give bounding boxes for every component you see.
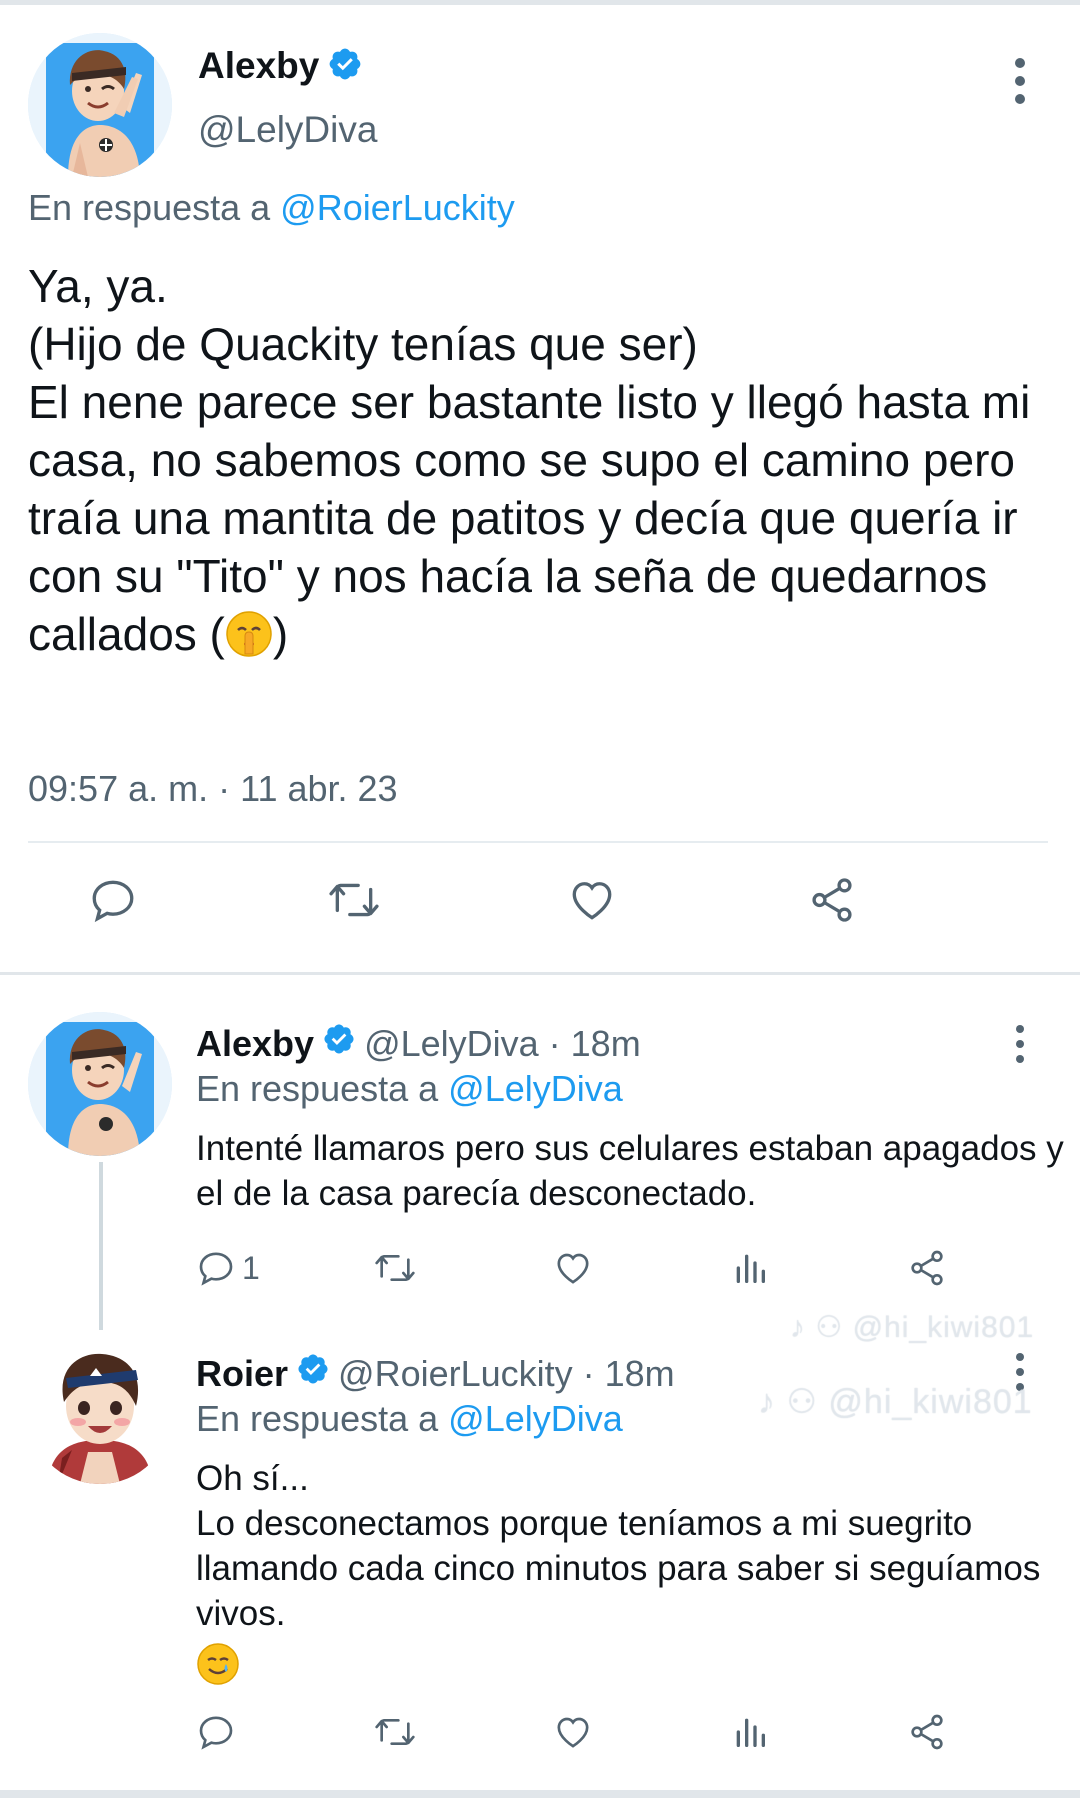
- thread-connector-line: [99, 1162, 103, 1330]
- views-icon: [736, 1718, 765, 1747]
- more-options-icon[interactable]: [1010, 1024, 1030, 1069]
- watermark-text: @hi_kiwi801: [828, 1383, 1033, 1421]
- main-tweet[interactable]: Alexby @LelyDiva En respuesta a @RoierLu…: [0, 5, 1080, 975]
- tweet-thread-page: Alexby @LelyDiva En respuesta a @RoierLu…: [0, 0, 1080, 1798]
- like-icon: [557, 1717, 589, 1748]
- reply-button[interactable]: [88, 875, 138, 925]
- reply-icon: [92, 880, 134, 923]
- verified-badge-icon: [296, 1352, 330, 1395]
- like-icon: [557, 1253, 589, 1284]
- like-button[interactable]: [552, 1712, 594, 1752]
- reply-action-bar: 1: [196, 1248, 976, 1298]
- reply-mention-link[interactable]: @LelyDiva: [448, 1068, 623, 1109]
- tiktok-logo-icon: ♪: [790, 1311, 806, 1344]
- watermark: ♪ ⚇ @hi_kiwi801: [790, 1310, 1034, 1345]
- reply-text-body: Oh sí... Lo desconectamos porque teníamo…: [196, 1459, 1041, 1633]
- reply-count: 1: [242, 1249, 260, 1286]
- avatar[interactable]: [28, 1012, 172, 1156]
- reply-text: Intenté llamaros pero sus celulares esta…: [196, 1129, 1074, 1213]
- views-icon: [736, 1254, 765, 1283]
- author-handle-time[interactable]: @LelyDiva · 18m: [364, 1023, 641, 1065]
- like-button[interactable]: [566, 875, 618, 925]
- share-icon: [812, 878, 852, 922]
- like-button[interactable]: [552, 1248, 594, 1288]
- reply-prefix: En respuesta a: [196, 1068, 439, 1109]
- bottom-border: [0, 1790, 1080, 1798]
- avatar[interactable]: [28, 1340, 172, 1484]
- author-handle[interactable]: @LelyDiva: [198, 109, 377, 151]
- share-icon: [911, 1714, 943, 1750]
- retweet-button[interactable]: [326, 875, 382, 925]
- reply-text: Oh sí... Lo desconectamos porque teníamo…: [196, 1456, 1066, 1697]
- reply-context: En respuesta a @LelyDiva: [196, 1068, 623, 1110]
- like-icon: [572, 882, 612, 920]
- tweet-text-end: ): [272, 608, 289, 660]
- reply-context: En respuesta a @RoierLuckity: [28, 187, 515, 229]
- retweet-icon: [375, 1719, 415, 1745]
- views-button[interactable]: [730, 1712, 770, 1752]
- divider: [28, 841, 1048, 843]
- reply-mention-link[interactable]: @LelyDiva: [448, 1398, 623, 1439]
- reply-button[interactable]: [196, 1712, 236, 1752]
- tweet-text-body: Ya, ya. (Hijo de Quackity tenías que ser…: [28, 260, 1031, 660]
- avatar[interactable]: [28, 33, 172, 177]
- watermark: ♪ ⚇ @hi_kiwi801: [758, 1382, 1033, 1422]
- smiling-face-with-tear-icon: [196, 1642, 240, 1697]
- verified-badge-icon: [327, 46, 363, 87]
- section-separator: [0, 972, 1080, 975]
- tiktok-logo-icon: ♪: [758, 1383, 776, 1421]
- reply-button[interactable]: 1: [196, 1248, 260, 1288]
- author-name[interactable]: Alexby: [196, 1023, 314, 1065]
- retweet-icon: [329, 883, 379, 917]
- reply-prefix: En respuesta a: [196, 1398, 439, 1439]
- author-row: Alexby: [198, 45, 363, 87]
- tweet-timestamp[interactable]: 09:57 a. m. · 11 abr. 23: [28, 768, 398, 810]
- retweet-icon: [375, 1255, 415, 1281]
- share-icon: [911, 1250, 943, 1286]
- tweet-action-bar: [0, 875, 1080, 945]
- share-button[interactable]: [906, 1248, 948, 1288]
- reply-author-row: Alexby @LelyDiva · 18m: [196, 1022, 641, 1065]
- reply-icon: [199, 1252, 233, 1286]
- share-button[interactable]: [806, 875, 858, 925]
- reply-prefix: En respuesta a: [28, 187, 271, 228]
- reply-icon: [199, 1716, 233, 1750]
- retweet-button[interactable]: [372, 1712, 418, 1752]
- share-button[interactable]: [906, 1712, 948, 1752]
- watermark-text: @hi_kiwi801: [852, 1311, 1035, 1344]
- reply-context: En respuesta a @LelyDiva: [196, 1398, 623, 1440]
- reply-action-bar: [196, 1712, 976, 1762]
- author-name[interactable]: Alexby: [198, 45, 319, 87]
- reply-author-row: Roier @RoierLuckity · 18m: [196, 1352, 675, 1395]
- author-name[interactable]: Roier: [196, 1353, 288, 1395]
- views-button[interactable]: [730, 1248, 770, 1288]
- more-options-icon[interactable]: [1010, 55, 1030, 112]
- user-icon: ⚇: [815, 1311, 844, 1344]
- reply-mention-link[interactable]: @RoierLuckity: [280, 187, 515, 228]
- verified-badge-icon: [322, 1022, 356, 1065]
- shushing-face-icon: [225, 610, 273, 671]
- retweet-button[interactable]: [372, 1248, 418, 1288]
- user-icon: ⚇: [786, 1383, 818, 1421]
- author-handle-time[interactable]: @RoierLuckity · 18m: [338, 1353, 675, 1395]
- tweet-text: Ya, ya. (Hijo de Quackity tenías que ser…: [28, 257, 1073, 671]
